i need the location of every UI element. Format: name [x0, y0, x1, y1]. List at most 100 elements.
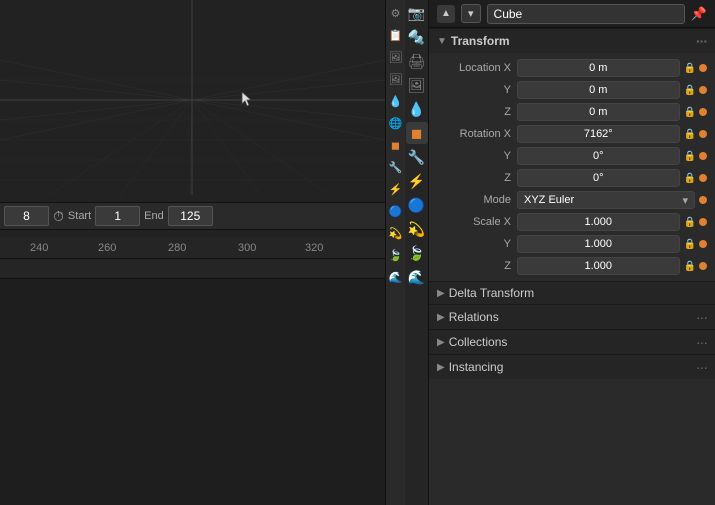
- prop-icon-object[interactable]: ◼: [406, 122, 428, 144]
- sidebar-constraints-icon[interactable]: 💫: [387, 224, 405, 242]
- transform-dots[interactable]: ···: [696, 33, 707, 49]
- location-z-lock[interactable]: 🔒: [684, 107, 696, 118]
- rotation-y-dot[interactable]: [699, 152, 707, 160]
- location-x-row: Location X 0 m 🔒: [429, 57, 715, 79]
- prop-icon-material[interactable]: 🌊: [406, 266, 428, 288]
- prop-icon-world[interactable]: 💧: [406, 98, 428, 120]
- location-x-dot[interactable]: [699, 64, 707, 72]
- viewport-sidebar: ⚙ 📋 🖼 🖼 💧 🌐 ◼ 🔧 ⚡ 🔵 💫 🍃 🌊: [385, 0, 405, 505]
- scale-z-lock[interactable]: 🔒: [684, 261, 696, 272]
- instancing-dots[interactable]: ···: [696, 359, 707, 375]
- scale-x-field[interactable]: 1.000: [517, 213, 680, 231]
- prop-icon-renderlayer[interactable]: 🔩: [406, 26, 428, 48]
- sidebar-material-icon[interactable]: 🌊: [387, 268, 405, 286]
- location-y-dot[interactable]: [699, 86, 707, 94]
- rotation-z-field[interactable]: 0°: [517, 169, 680, 187]
- sidebar-properties-icon[interactable]: ⚙: [387, 4, 405, 22]
- rotation-x-lock[interactable]: 🔒: [684, 129, 696, 140]
- scale-x-lock[interactable]: 🔒: [684, 217, 696, 228]
- ruler-300: 300: [238, 242, 256, 254]
- sidebar-color-icon[interactable]: 💧: [387, 92, 405, 110]
- scale-x-label: Scale X: [437, 216, 517, 228]
- collections-dots[interactable]: ···: [696, 334, 707, 350]
- end-frame[interactable]: 125: [168, 206, 213, 226]
- sidebar-data-icon[interactable]: 🍃: [387, 246, 405, 264]
- sidebar-particles-icon[interactable]: ⚡: [387, 180, 405, 198]
- rotation-x-dot[interactable]: [699, 130, 707, 138]
- object-name-field[interactable]: Cube: [487, 4, 685, 24]
- rotation-x-field[interactable]: 7162°: [517, 125, 680, 143]
- scale-x-dot[interactable]: [699, 218, 707, 226]
- rotation-y-lock[interactable]: 🔒: [684, 151, 696, 162]
- transform-label: Transform: [451, 34, 510, 48]
- current-frame[interactable]: 8: [4, 206, 49, 226]
- instancing-section[interactable]: ▶ Instancing ···: [429, 354, 715, 379]
- collections-label: Collections: [449, 335, 508, 349]
- play-icon[interactable]: ⏱: [53, 208, 64, 225]
- rotation-x-row: Rotation X 7162° 🔒: [429, 123, 715, 145]
- prop-icon-physics[interactable]: 🔵: [406, 194, 428, 216]
- viewport-grid: [0, 0, 385, 195]
- timeline-bar: 8 ⏱ Start 1 End 125: [0, 202, 385, 230]
- sidebar-world-icon[interactable]: 🌐: [387, 114, 405, 132]
- sidebar-physics-icon[interactable]: 🔵: [387, 202, 405, 220]
- delta-label: Delta Transform: [449, 286, 534, 300]
- delta-transform-section[interactable]: ▶ Delta Transform: [429, 281, 715, 304]
- prop-icon-modifier[interactable]: 🔧: [406, 146, 428, 168]
- scale-y-row: Y 1.000 🔒: [429, 233, 715, 255]
- instancing-chevron: ▶: [437, 362, 445, 373]
- ruler-240: 240: [30, 242, 48, 254]
- pin-icon[interactable]: 📌: [691, 6, 707, 22]
- properties-panel: 📷 🔩 🖨 🖼 💧 ◼ 🔧 ⚡ 🔵 💫 🍃 🌊 ▲ ▾ Cube 📌 ▼ Tra…: [405, 0, 715, 505]
- prop-icon-data[interactable]: 🍃: [406, 242, 428, 264]
- rotation-z-dot[interactable]: [699, 174, 707, 182]
- prop-icon-constraints[interactable]: 💫: [406, 218, 428, 240]
- scale-y-label: Y: [437, 238, 517, 250]
- scale-z-label: Z: [437, 260, 517, 272]
- object-type-icon: ▲: [437, 5, 455, 23]
- prop-icon-particles[interactable]: ⚡: [406, 170, 428, 192]
- sidebar-view-icon[interactable]: 🖼: [387, 48, 405, 66]
- location-x-lock[interactable]: 🔒: [684, 63, 696, 74]
- scale-z-field[interactable]: 1.000: [517, 257, 680, 275]
- sidebar-modifier-icon[interactable]: 🔧: [387, 158, 405, 176]
- location-z-field[interactable]: 0 m: [517, 103, 680, 121]
- location-z-dot[interactable]: [699, 108, 707, 116]
- rotation-mode-value: XYZ Euler: [524, 194, 574, 206]
- ruler-260: 260: [98, 242, 116, 254]
- object-type-selector[interactable]: ▾: [461, 4, 481, 23]
- scale-y-field[interactable]: 1.000: [517, 235, 680, 253]
- start-frame[interactable]: 1: [95, 206, 140, 226]
- prop-icon-scene[interactable]: 📷: [406, 2, 428, 24]
- timeline-ruler: 240 260 280 300 320: [0, 238, 385, 258]
- sidebar-scene-icon[interactable]: 📋: [387, 26, 405, 44]
- scale-y-lock[interactable]: 🔒: [684, 239, 696, 250]
- transform-chevron: ▼: [437, 36, 447, 47]
- rotation-mode-dot[interactable]: [699, 196, 707, 204]
- location-y-lock[interactable]: 🔒: [684, 85, 696, 96]
- scale-y-dot[interactable]: [699, 240, 707, 248]
- rotation-y-label: Y: [437, 150, 517, 162]
- rotation-z-lock[interactable]: 🔒: [684, 173, 696, 184]
- rotation-y-field[interactable]: 0°: [517, 147, 680, 165]
- sidebar-object-icon[interactable]: ◼: [387, 136, 405, 154]
- prop-icon-view[interactable]: 🖼: [406, 74, 428, 96]
- rotation-mode-select[interactable]: XYZ Euler ▾: [517, 191, 695, 209]
- properties-content: ▲ ▾ Cube 📌 ▼ Transform ··· Location X 0 …: [429, 0, 715, 505]
- viewport[interactable]: 8 ⏱ Start 1 End 125 240 260 280 300 320: [0, 0, 385, 505]
- relations-chevron: ▶: [437, 312, 445, 323]
- relations-section[interactable]: ▶ Relations ···: [429, 304, 715, 329]
- prop-icon-output[interactable]: 🖨: [406, 50, 428, 72]
- scale-z-dot[interactable]: [699, 262, 707, 270]
- object-type-label: ▾: [468, 7, 474, 20]
- location-y-field[interactable]: 0 m: [517, 81, 680, 99]
- relations-label: Relations: [449, 310, 499, 324]
- sidebar-image-icon[interactable]: 🖼: [387, 70, 405, 88]
- collections-section[interactable]: ▶ Collections ···: [429, 329, 715, 354]
- location-x-field[interactable]: 0 m: [517, 59, 680, 77]
- location-x-label: Location X: [437, 62, 517, 74]
- location-z-label: Z: [437, 106, 517, 118]
- transform-section-header[interactable]: ▼ Transform ···: [429, 28, 715, 53]
- relations-dots[interactable]: ···: [696, 309, 707, 325]
- timeline-content[interactable]: [0, 258, 385, 505]
